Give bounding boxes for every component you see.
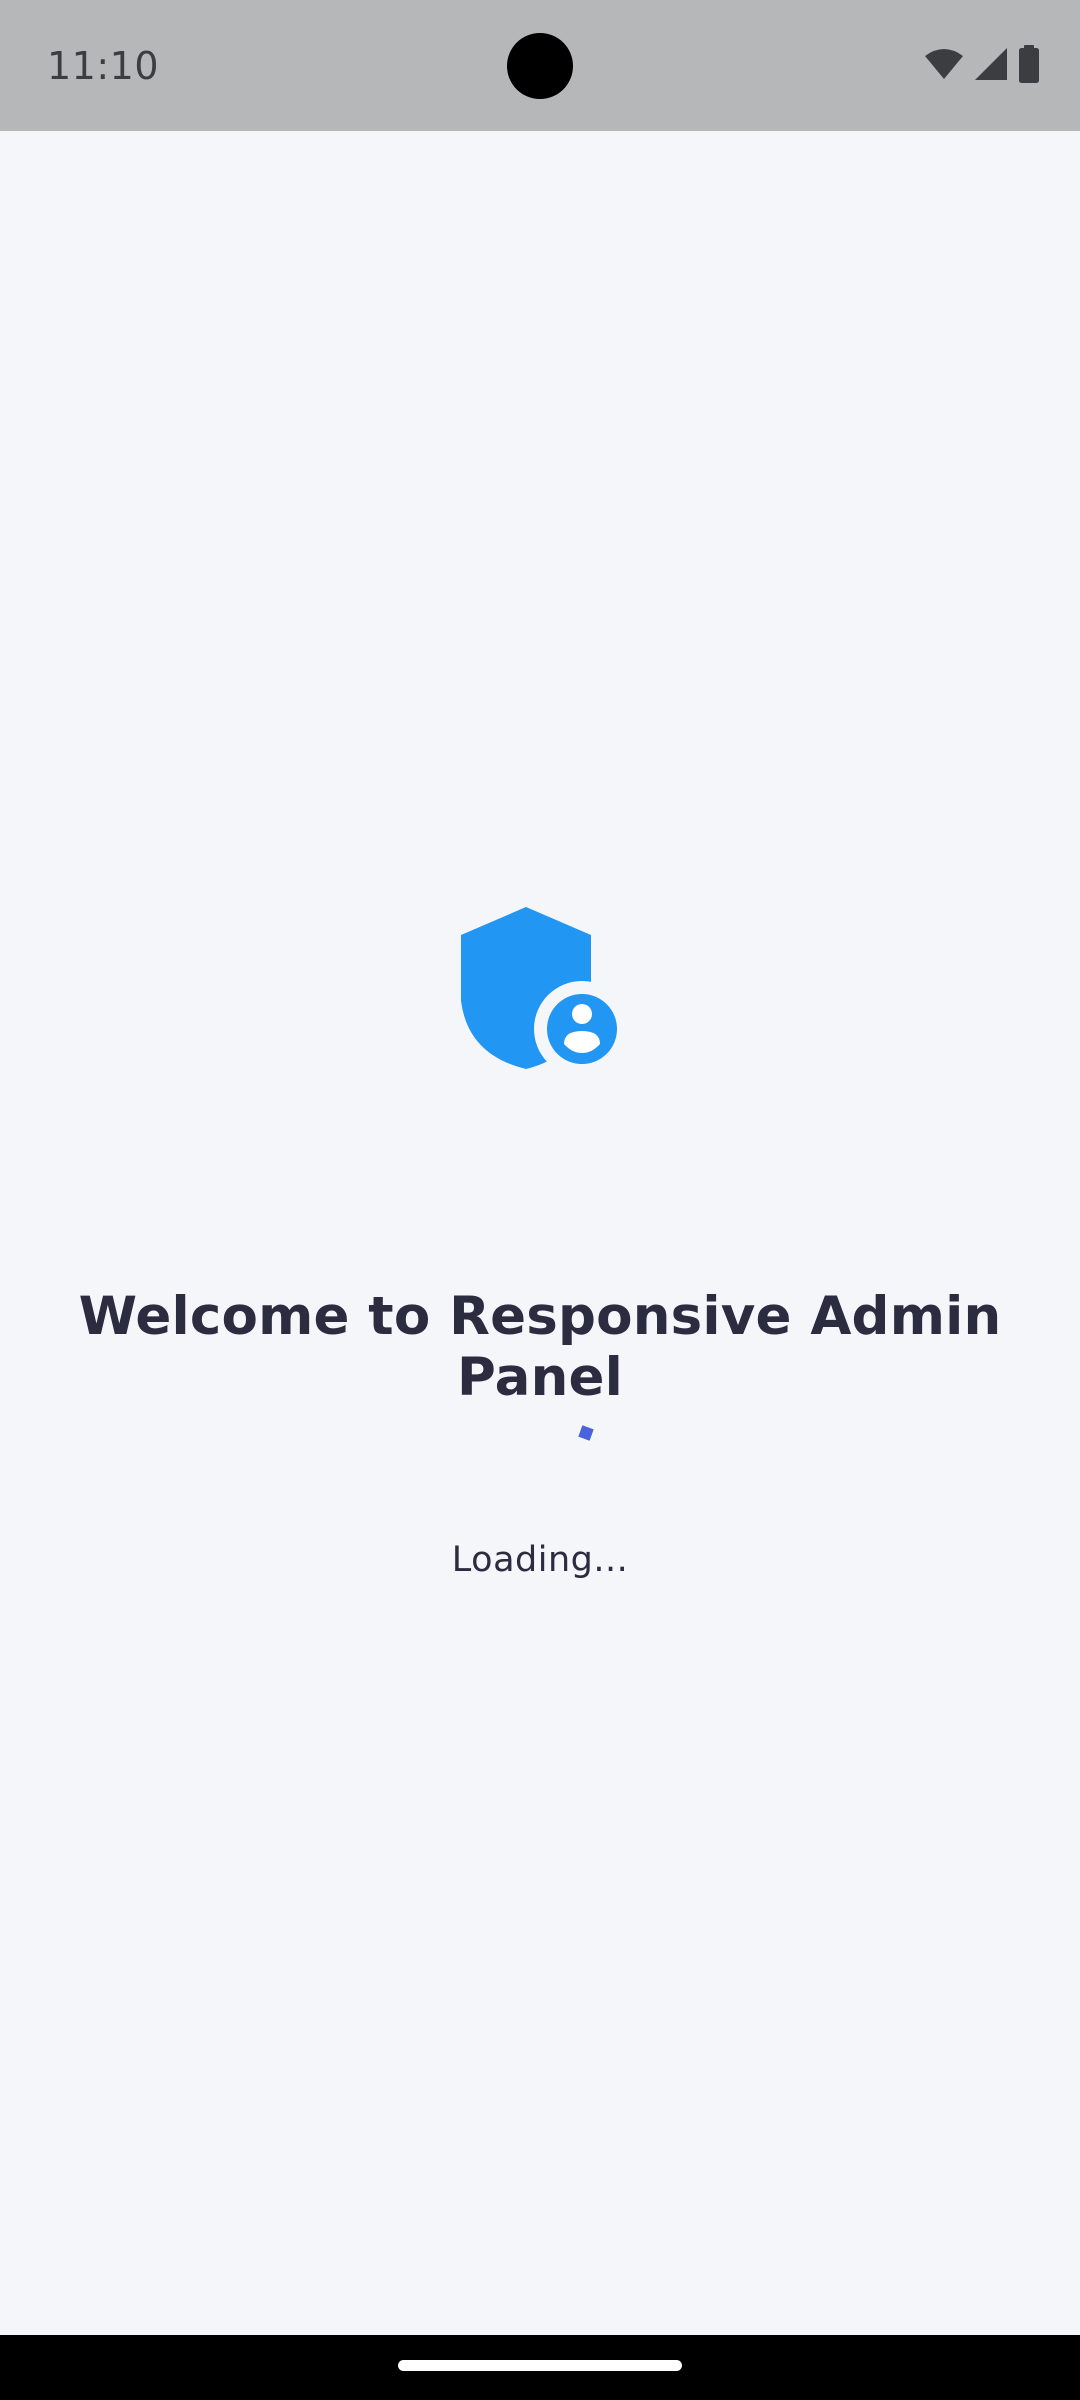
loading-spinner	[578, 1425, 594, 1441]
status-icons	[924, 44, 1040, 84]
status-time: 11:10	[47, 44, 160, 88]
admin-shield-user-icon	[458, 903, 624, 1073]
cellular-signal-icon	[974, 47, 1008, 81]
loading-text: Loading...	[451, 1540, 629, 1580]
splash-content: Welcome to Responsive Admin Panel Loadin…	[0, 131, 1080, 2335]
status-bar: 11:10	[0, 0, 1080, 131]
home-indicator[interactable]	[398, 2360, 682, 2371]
splash-screen: 11:10 Welcome to Responsive Admin Panel …	[0, 0, 1080, 2400]
welcome-title: Welcome to Responsive Admin Panel	[78, 1286, 1002, 1408]
camera-cutout	[507, 33, 573, 99]
battery-icon	[1018, 45, 1040, 83]
wifi-icon	[924, 48, 964, 80]
navigation-bar	[0, 2335, 1080, 2400]
